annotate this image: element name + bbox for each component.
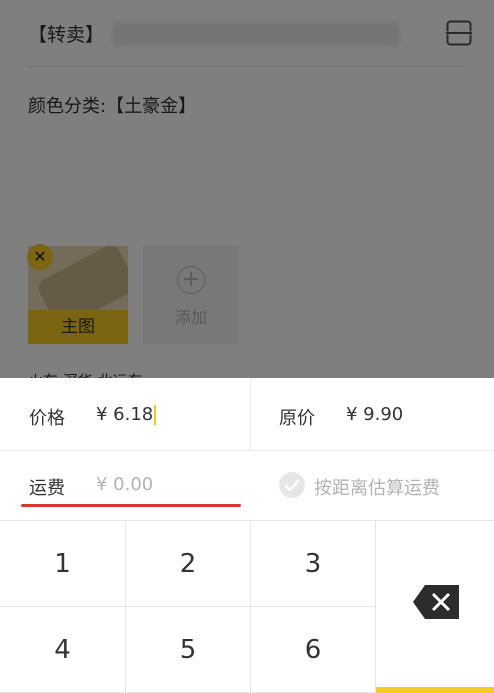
price-row: 价格 ¥ 6.18 原价 ¥ 9.90 [0, 378, 494, 451]
estimate-shipping-label[interactable]: 按距离估算运费 [314, 474, 440, 500]
modal-overlay[interactable] [0, 0, 494, 378]
shipping-input[interactable]: ¥ 0.00 [96, 474, 153, 495]
annotation-underline [21, 504, 241, 507]
numeric-keypad: 1 2 3 4 5 6 [0, 520, 494, 693]
key-6[interactable]: 6 [251, 607, 376, 693]
price-value: ¥ 6.18 [96, 404, 154, 425]
original-price-input[interactable]: ¥ 9.90 [346, 404, 403, 425]
key-4[interactable]: 4 [0, 607, 126, 693]
text-cursor [154, 405, 157, 425]
key-3[interactable]: 3 [251, 521, 376, 607]
key-2[interactable]: 2 [126, 521, 251, 607]
price-label: 价格 [29, 408, 65, 429]
delete-key[interactable] [376, 521, 494, 693]
confirm-button[interactable] [376, 687, 494, 693]
backspace-icon [413, 585, 459, 619]
key-1[interactable]: 1 [0, 521, 126, 607]
price-input[interactable]: ¥ 6.18 [96, 404, 157, 425]
checkbox-icon[interactable] [279, 472, 305, 498]
divider [250, 378, 251, 450]
original-price-label: 原价 [279, 408, 315, 429]
key-5[interactable]: 5 [126, 607, 251, 693]
shipping-label: 运费 [29, 478, 65, 499]
price-sheet: 价格 ¥ 6.18 原价 ¥ 9.90 运费 ¥ 0.00 按距离估算运费 1 … [0, 378, 494, 693]
